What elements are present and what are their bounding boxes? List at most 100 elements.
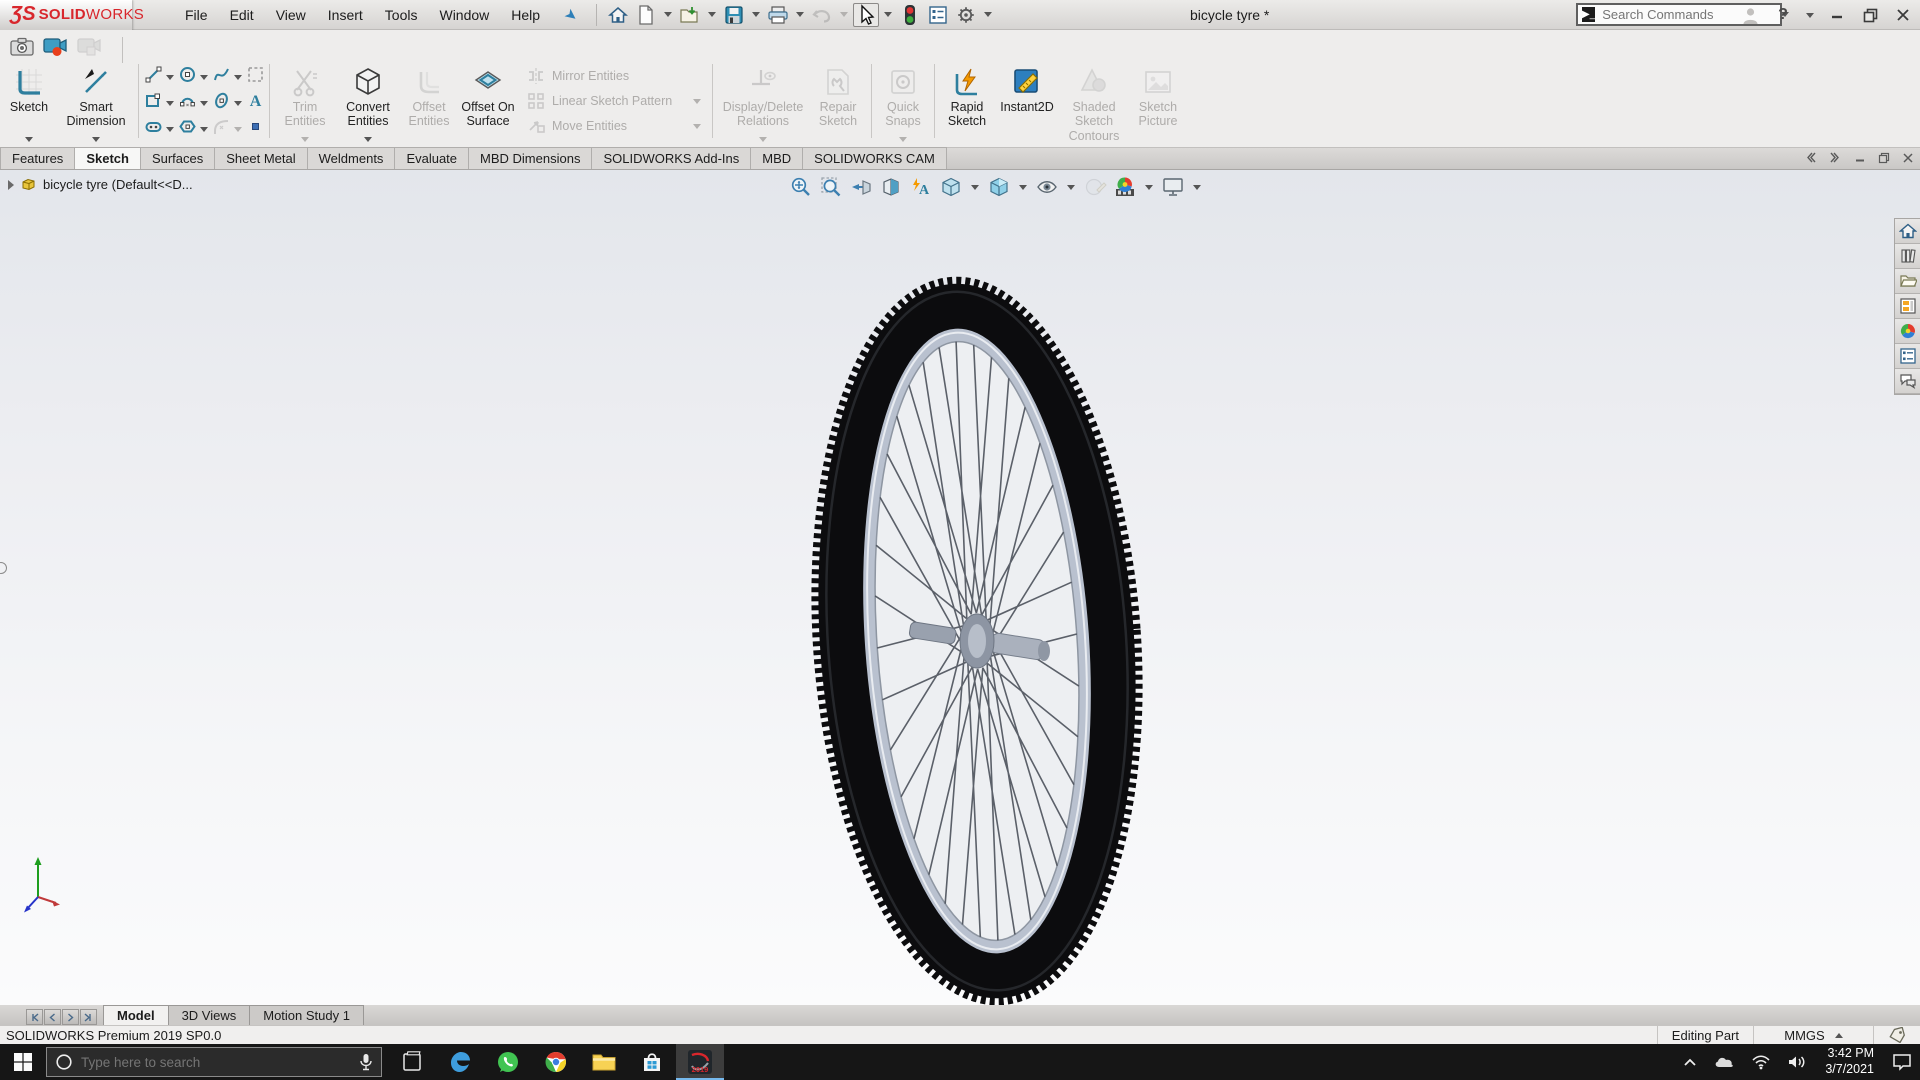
taskbar-search-input[interactable] [81,1055,351,1070]
sketch-button[interactable]: Sketch [10,64,48,114]
repair-sketch-button[interactable]: Repair Sketch [809,64,867,129]
view-palette-button[interactable] [1895,294,1920,319]
scroll-prev-button[interactable] [44,1009,61,1025]
arc-tool-button[interactable] [178,91,197,115]
scroll-next-button[interactable] [62,1009,79,1025]
record-video-button[interactable] [42,36,68,63]
linear-pattern-dropdown[interactable] [693,99,701,104]
polygon-tool-button[interactable] [178,117,197,141]
mirror-entities-button[interactable]: Mirror Entities [526,66,704,86]
quick-snaps-dropdown[interactable] [899,137,907,142]
doctab-motion-study[interactable]: Motion Study 1 [249,1005,364,1025]
menu-edit[interactable]: Edit [219,2,265,28]
help-dropdown[interactable] [1806,13,1814,18]
convert-entities-button[interactable]: Convert Entities [336,64,400,129]
convert-dropdown[interactable] [364,137,372,142]
fillet-dropdown[interactable] [234,127,242,132]
appearances-scenes-button[interactable] [1895,319,1920,344]
rebuild-button[interactable] [897,3,923,27]
circle-dropdown[interactable] [200,75,208,80]
polygon-dropdown[interactable] [200,127,208,132]
trim-dropdown[interactable] [301,137,309,142]
solidworks-app-button[interactable]: 2019 [676,1044,724,1080]
undo-button[interactable] [809,3,835,27]
hidden-icons-button[interactable] [1675,1057,1705,1067]
volume-tray-button[interactable] [1779,1054,1815,1070]
menu-insert[interactable]: Insert [317,2,374,28]
open-button[interactable] [677,3,703,27]
file-properties-button[interactable] [925,3,951,27]
chrome-app-button[interactable] [532,1044,580,1080]
start-button[interactable] [0,1044,46,1080]
pin-menu-icon[interactable]: ➤ [561,4,582,26]
tab-solidworks-cam[interactable]: SOLIDWORKS CAM [802,147,947,169]
options-button[interactable] [953,3,979,27]
bicycle-wheel-model[interactable] [0,170,1920,1005]
file-explorer-pane-button[interactable] [1895,269,1920,294]
offset-on-surface-button[interactable]: Offset On Surface [458,64,518,129]
move-entities-button[interactable]: Move Entities [526,116,704,136]
trim-entities-button[interactable]: Trim Entities [274,64,336,129]
tab-mbd[interactable]: MBD [750,147,803,169]
design-library-button[interactable] [1895,244,1920,269]
minimize-button[interactable] [1824,3,1850,27]
smart-dimension-button[interactable]: Smart Dimension [58,64,134,129]
tab-solidworks-add-ins[interactable]: SOLIDWORKS Add-Ins [591,147,751,169]
tab-evaluate[interactable]: Evaluate [394,147,469,169]
new-document-dropdown[interactable] [664,12,672,17]
move-entities-dropdown[interactable] [693,124,701,129]
slot-dropdown[interactable] [166,127,174,132]
pause-record-button[interactable] [76,36,102,63]
menu-view[interactable]: View [265,2,317,28]
linear-sketch-pattern-button[interactable]: Linear Sketch Pattern [526,91,704,111]
ellipse-dropdown[interactable] [234,101,242,106]
pane-previous-icon[interactable] [1804,151,1817,164]
wifi-tray-button[interactable] [1743,1054,1779,1070]
print-button[interactable] [765,3,791,27]
display-delete-relations-button[interactable]: Display/Delete Relations [717,64,809,129]
sketch-dropdown[interactable] [25,137,33,142]
action-center-button[interactable] [1884,1053,1920,1071]
spline-dropdown[interactable] [234,75,242,80]
rapid-sketch-button[interactable]: Rapid Sketch [939,64,995,129]
home-button[interactable] [605,3,631,27]
circle-tool-button[interactable] [178,65,197,89]
doc-restore-icon[interactable] [1878,152,1890,164]
text-tool-button[interactable]: A [246,91,265,115]
tab-weldments[interactable]: Weldments [307,147,396,169]
menu-window[interactable]: Window [428,2,500,28]
microphone-icon[interactable] [359,1053,373,1071]
tab-features[interactable]: Features [0,147,75,169]
new-document-button[interactable] [633,3,659,27]
arc-dropdown[interactable] [200,101,208,106]
store-app-button[interactable] [628,1044,676,1080]
doc-close-icon[interactable] [1902,152,1914,164]
doctab-3d-views[interactable]: 3D Views [168,1005,251,1025]
offset-entities-button[interactable]: Offset Entities [400,64,458,129]
taskpane-home-button[interactable] [1895,219,1920,244]
menu-file[interactable]: File [174,2,219,28]
point-tool-button[interactable] [246,117,265,141]
task-view-button[interactable] [388,1044,436,1080]
close-button[interactable] [1890,3,1916,27]
ellipse-tool-button[interactable] [212,91,231,115]
options-dropdown[interactable] [984,12,992,17]
pane-next-icon[interactable] [1829,151,1842,164]
file-explorer-app-button[interactable] [580,1044,628,1080]
select-dropdown[interactable] [884,12,892,17]
sketch-picture-button[interactable]: Sketch Picture [1129,64,1187,129]
select-button[interactable] [853,3,879,27]
onedrive-tray-button[interactable] [1705,1054,1743,1070]
restore-button[interactable] [1857,3,1883,27]
edge-app-button[interactable] [436,1044,484,1080]
taskbar-search[interactable] [46,1047,382,1077]
scroll-first-button[interactable] [26,1009,43,1025]
status-tag-button[interactable] [1873,1026,1920,1044]
quick-snaps-button[interactable]: Quick Snaps [876,64,930,129]
line-dropdown[interactable] [166,75,174,80]
relations-dropdown[interactable] [759,137,767,142]
spline-tool-button[interactable] [212,65,231,89]
rectangle-tool-button[interactable] [144,91,163,115]
shaded-sketch-contours-button[interactable]: Shaded Sketch Contours [1059,64,1129,143]
line-tool-button[interactable] [144,65,163,89]
